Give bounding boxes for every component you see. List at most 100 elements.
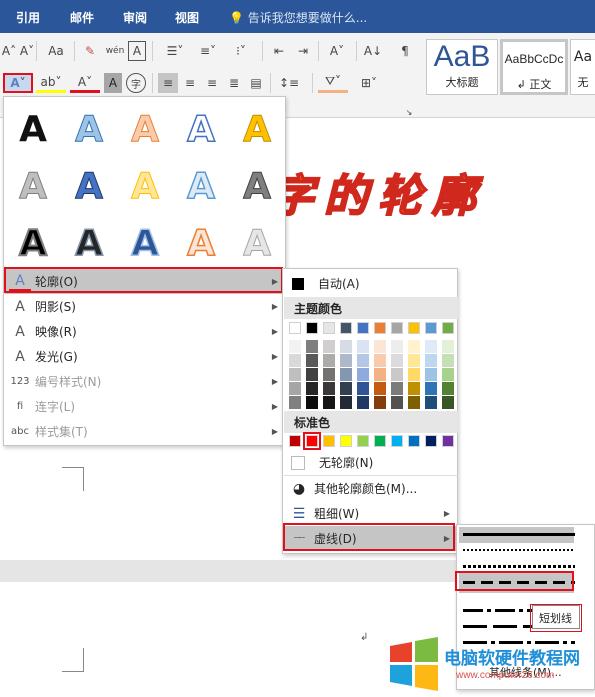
enclose-char-icon[interactable]: 字: [126, 73, 146, 93]
standard-color-swatch[interactable]: [425, 435, 437, 447]
theme-shade-swatch[interactable]: [323, 354, 335, 367]
wordart-preset[interactable]: A: [230, 160, 284, 214]
distributed-icon[interactable]: ▤: [246, 73, 266, 93]
multilevel-list-icon[interactable]: ⁝˅: [226, 41, 256, 61]
wordart-preset[interactable]: A: [118, 103, 172, 157]
wordart-text[interactable]: 字的轮廓: [269, 160, 486, 224]
show-marks-icon[interactable]: ¶: [396, 41, 414, 61]
theme-color-swatch[interactable]: [408, 322, 420, 334]
theme-shade-swatch[interactable]: [306, 354, 318, 367]
standard-color-swatch[interactable]: [391, 435, 403, 447]
theme-shade-swatch[interactable]: [289, 396, 301, 409]
theme-shade-swatch[interactable]: [391, 368, 403, 381]
wordart-preset[interactable]: A: [174, 103, 228, 157]
char-border-icon[interactable]: A: [128, 41, 146, 61]
theme-color-swatch[interactable]: [374, 322, 386, 334]
theme-color-swatch[interactable]: [391, 322, 403, 334]
theme-shade-swatch[interactable]: [425, 340, 437, 353]
char-shading-icon[interactable]: A: [104, 73, 122, 93]
theme-shade-swatch[interactable]: [391, 354, 403, 367]
bullets-icon[interactable]: ☰˅: [160, 41, 190, 61]
tab-view[interactable]: 视图: [175, 9, 199, 26]
text-effects-button[interactable]: A ˅: [3, 73, 33, 93]
theme-shade-swatch[interactable]: [391, 340, 403, 353]
theme-shade-swatch[interactable]: [391, 382, 403, 395]
theme-shade-swatch[interactable]: [357, 382, 369, 395]
menu-item[interactable]: A 映像(R) ▶: [5, 319, 286, 344]
theme-shade-swatch[interactable]: [306, 382, 318, 395]
dialog-launcher-icon[interactable]: ↘: [404, 107, 414, 117]
theme-shade-swatch[interactable]: [323, 340, 335, 353]
borders-icon[interactable]: ⊞˅: [354, 73, 384, 93]
theme-shade-swatch[interactable]: [442, 368, 454, 381]
wordart-preset[interactable]: A: [230, 103, 284, 157]
menu-item[interactable]: 123 编号样式(N) ▶: [5, 369, 286, 394]
align-left-icon[interactable]: ≡: [158, 73, 178, 93]
theme-shade-swatch[interactable]: [340, 368, 352, 381]
theme-shade-swatch[interactable]: [306, 340, 318, 353]
theme-shade-swatch[interactable]: [374, 396, 386, 409]
theme-shade-swatch[interactable]: [289, 354, 301, 367]
sort-icon[interactable]: A↓: [362, 41, 384, 61]
theme-shade-swatch[interactable]: [323, 382, 335, 395]
theme-color-swatch[interactable]: [323, 322, 335, 334]
standard-color-swatch[interactable]: [340, 435, 352, 447]
align-right-icon[interactable]: ≡: [202, 73, 222, 93]
tab-references[interactable]: 引用: [16, 9, 40, 26]
auto-color-item[interactable]: 自动(A): [284, 271, 458, 296]
theme-shade-swatch[interactable]: [323, 396, 335, 409]
font-size-down-icon[interactable]: A˅: [20, 41, 34, 61]
theme-shade-swatch[interactable]: [425, 382, 437, 395]
theme-shade-swatch[interactable]: [425, 368, 437, 381]
theme-shade-swatch[interactable]: [442, 396, 454, 409]
theme-shade-swatch[interactable]: [357, 354, 369, 367]
theme-shade-swatch[interactable]: [408, 382, 420, 395]
theme-color-swatch[interactable]: [289, 322, 301, 334]
highlight-button[interactable]: ab ˅: [36, 73, 66, 93]
theme-shade-swatch[interactable]: [442, 382, 454, 395]
phonetic-guide-icon[interactable]: wén: [104, 41, 126, 61]
theme-shade-swatch[interactable]: [289, 368, 301, 381]
font-color-button[interactable]: A ˅: [70, 73, 100, 93]
menu-item[interactable]: abc 样式集(T) ▶: [5, 419, 286, 444]
theme-shade-swatch[interactable]: [357, 396, 369, 409]
more-colors-item[interactable]: ◕ 其他轮廓颜色(M)...: [284, 476, 458, 501]
theme-shade-swatch[interactable]: [340, 340, 352, 353]
theme-shade-swatch[interactable]: [289, 340, 301, 353]
theme-color-swatch[interactable]: [442, 322, 454, 334]
theme-shade-swatch[interactable]: [374, 354, 386, 367]
theme-shade-swatch[interactable]: [408, 340, 420, 353]
standard-color-swatch[interactable]: [374, 435, 386, 447]
menu-item[interactable]: A 阴影(S) ▶: [5, 294, 286, 319]
standard-color-swatch[interactable]: [442, 435, 454, 447]
dash-option-square-dot[interactable]: [463, 565, 575, 568]
theme-shade-swatch[interactable]: [425, 354, 437, 367]
theme-shade-swatch[interactable]: [408, 354, 420, 367]
theme-shade-swatch[interactable]: [374, 340, 386, 353]
theme-shade-swatch[interactable]: [374, 368, 386, 381]
theme-shade-swatch[interactable]: [306, 396, 318, 409]
wordart-preset[interactable]: A: [62, 103, 116, 157]
line-spacing-icon[interactable]: ↕≡: [276, 73, 302, 93]
standard-color-swatch[interactable]: [303, 432, 321, 450]
theme-color-swatch[interactable]: [306, 322, 318, 334]
theme-shade-swatch[interactable]: [340, 382, 352, 395]
shading-bucket-icon[interactable]: ⛛˅: [318, 73, 348, 93]
theme-shade-swatch[interactable]: [408, 396, 420, 409]
no-outline-item[interactable]: 无轮廓(N): [284, 450, 458, 475]
standard-color-swatch[interactable]: [289, 435, 301, 447]
wordart-preset[interactable]: A: [6, 217, 60, 271]
theme-shade-swatch[interactable]: [323, 368, 335, 381]
style-heading[interactable]: AaB 大标题: [426, 39, 498, 95]
theme-shade-swatch[interactable]: [374, 382, 386, 395]
tab-review[interactable]: 审阅: [123, 9, 147, 26]
wordart-preset[interactable]: A: [6, 160, 60, 214]
align-center-icon[interactable]: ≡: [180, 73, 200, 93]
style-nospacing[interactable]: Aa 无: [570, 39, 595, 95]
menu-item[interactable]: fi 连字(L) ▶: [5, 394, 286, 419]
theme-shade-swatch[interactable]: [391, 396, 403, 409]
increase-indent-icon[interactable]: ⇥: [292, 41, 314, 61]
tell-me-search[interactable]: 💡 告诉我您想要做什么...: [229, 9, 367, 26]
font-size-up-icon[interactable]: A˄: [2, 41, 16, 61]
style-normal[interactable]: AaBbCcDc ↲ 正文: [500, 39, 568, 95]
